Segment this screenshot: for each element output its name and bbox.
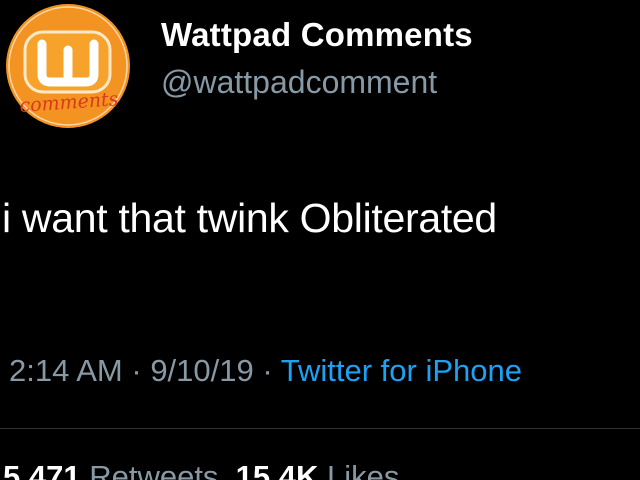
meta-separator: · [122, 353, 151, 388]
display-name[interactable]: Wattpad Comments [161, 16, 473, 54]
tweet-date[interactable]: 9/10/19 [150, 353, 253, 388]
retweets-stat[interactable]: 5,471 Retweets [3, 459, 218, 480]
user-handle[interactable]: @wattpadcomment [161, 64, 437, 101]
tweet-text: i want that twink Obliterated [2, 195, 497, 241]
avatar[interactable]: comments [6, 2, 130, 130]
tweet-source-link[interactable]: Twitter for iPhone [281, 353, 522, 388]
tweet-stats: 5,471 Retweets 15.4K Likes [3, 459, 399, 480]
retweets-label: Retweets [89, 459, 219, 480]
tweet-detail: comments Wattpad Comments @wattpadcommen… [0, 0, 640, 480]
wattpad-logo-icon: comments [6, 4, 130, 128]
likes-stat[interactable]: 15.4K Likes [236, 459, 400, 480]
tweet-time[interactable]: 2:14 AM [9, 353, 123, 388]
likes-count: 15.4K [235, 459, 319, 480]
divider [0, 428, 640, 429]
retweets-count: 5,471 [3, 459, 81, 480]
tweet-meta: 2:14 AM · 9/10/19 · Twitter for iPhone [9, 353, 522, 389]
likes-label: Likes [327, 459, 400, 480]
meta-separator: · [253, 353, 281, 388]
